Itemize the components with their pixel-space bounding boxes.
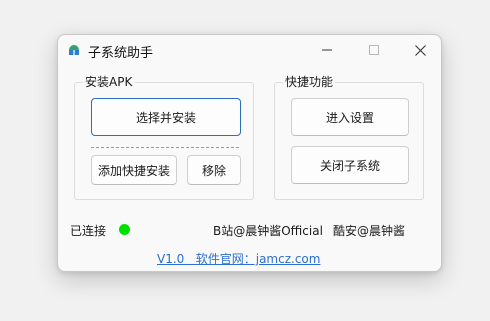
status-indicator [119, 224, 130, 235]
minimize-button[interactable] [315, 39, 339, 61]
remove-button[interactable]: 移除 [187, 155, 241, 185]
install-apk-group-title: 安装APK [83, 74, 135, 90]
close-button[interactable] [408, 39, 432, 61]
window-title: 子系统助手 [88, 46, 154, 61]
title-bar[interactable]: 子系统助手 [58, 35, 441, 65]
maximize-icon [369, 45, 379, 55]
enter-settings-button[interactable]: 进入设置 [291, 98, 409, 136]
connection-status-label: 已连接 [70, 224, 107, 238]
select-install-button[interactable]: 选择并安装 [91, 98, 241, 136]
install-apk-group: 安装APK 选择并安装 添加快捷安装 移除 [74, 74, 254, 200]
maximize-button[interactable] [362, 39, 386, 61]
close-subsystem-button[interactable]: 关闭子系统 [291, 146, 409, 184]
coolapk-credit: 酷安@晨钟酱 [333, 224, 406, 238]
website-link[interactable]: V1.0 软件官网：jamcz.com [157, 250, 320, 267]
close-icon [414, 44, 426, 56]
group-divider [91, 147, 239, 148]
quick-functions-group: 快捷功能 进入设置 关闭子系统 [274, 74, 424, 200]
minimize-icon [322, 49, 332, 51]
app-icon [69, 45, 79, 55]
add-shortcut-install-button[interactable]: 添加快捷安装 [91, 155, 177, 185]
quick-functions-group-title: 快捷功能 [283, 74, 336, 90]
app-window: 子系统助手 安装APK 选择并安装 添加快捷安装 移除 快捷功能 进入设置 关闭… [57, 34, 442, 272]
bilibili-credit: B站@晨钟酱Official [213, 224, 323, 238]
